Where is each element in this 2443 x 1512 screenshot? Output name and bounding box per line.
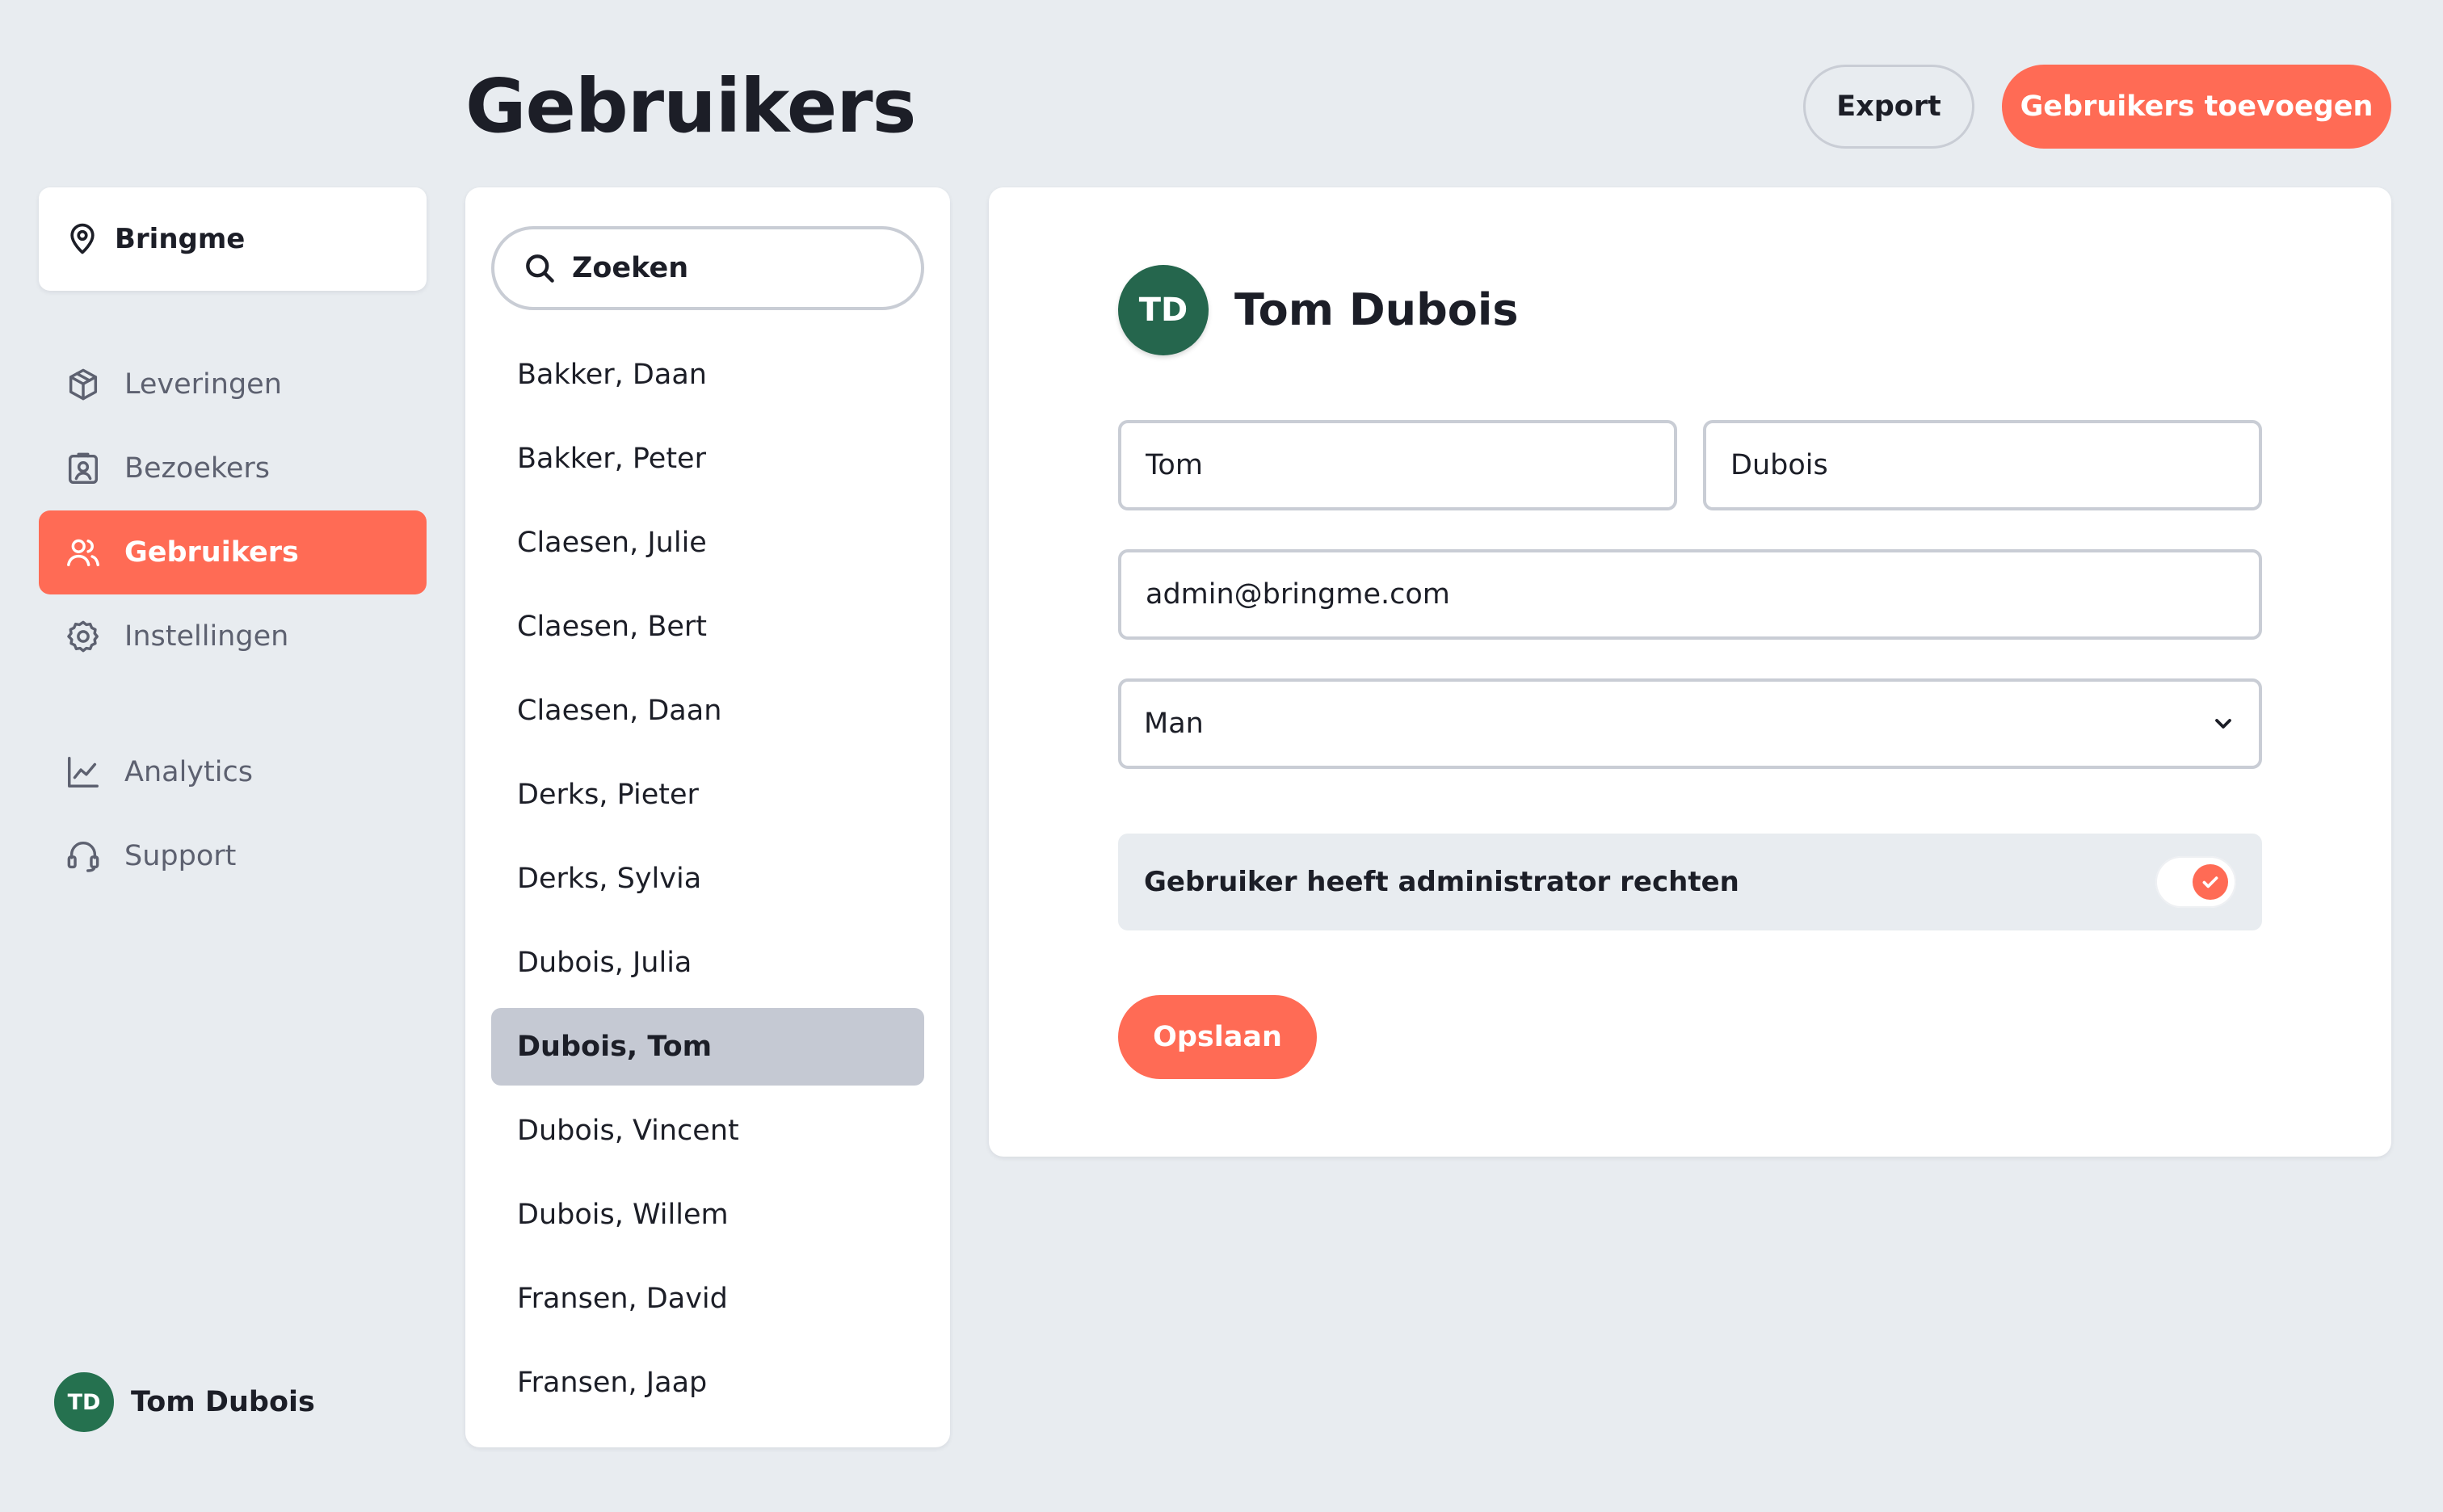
search-input[interactable] (570, 251, 913, 285)
user-list-item[interactable]: Derks, Pieter (491, 756, 924, 834)
sidebar-item-leveringen[interactable]: Leveringen (39, 342, 427, 426)
toggle-knob (2193, 864, 2228, 900)
email-input[interactable] (1144, 578, 2236, 611)
sidebar-item-label: Analytics (124, 756, 253, 788)
sidebar-item-label: Bezoekers (124, 452, 271, 485)
chart-icon (68, 757, 99, 788)
user-list-item[interactable]: Dubois, Vincent (491, 1092, 924, 1170)
avatar: TD (1118, 265, 1209, 355)
sidebar-item-bezoekers[interactable]: Bezoekers (39, 426, 427, 510)
last-name-field[interactable] (1703, 420, 2262, 510)
chevron-down-icon (2215, 719, 2231, 729)
user-list-item[interactable]: Dubois, Willem (491, 1176, 924, 1254)
save-button[interactable]: Opslaan (1118, 995, 1317, 1079)
user-detail-panel: TD Tom Dubois Man Gebruiker heeft admini… (989, 187, 2391, 1157)
user-list-item[interactable]: Claesen, Julie (491, 504, 924, 582)
user-list-item[interactable]: Claesen, Bert (491, 588, 924, 666)
page-title: Gebruikers (465, 63, 916, 149)
package-icon (69, 368, 98, 401)
search-box[interactable] (491, 226, 924, 310)
user-list-item[interactable]: Fransen, Jaap (491, 1344, 924, 1422)
gender-select[interactable]: Man (1118, 678, 2262, 769)
admin-rights-label: Gebruiker heeft administrator rechten (1144, 866, 1739, 898)
user-list-item[interactable]: Bakker, Daan (491, 336, 924, 414)
location-label: Bringme (115, 223, 246, 255)
first-name-field[interactable] (1118, 420, 1677, 510)
user-full-name: Tom Dubois (1234, 284, 1519, 335)
admin-rights-row: Gebruiker heeft administrator rechten (1118, 834, 2262, 930)
users-icon (67, 539, 99, 567)
user-list-item[interactable]: Claesen, Daan (491, 672, 924, 750)
admin-rights-toggle[interactable] (2155, 856, 2236, 908)
location-selector[interactable]: Bringme (39, 187, 427, 291)
last-name-input[interactable] (1729, 448, 2236, 482)
check-icon (2202, 876, 2218, 888)
user-list-item[interactable]: Dubois, Julia (491, 924, 924, 1002)
email-field[interactable] (1118, 549, 2262, 640)
sidebar-item-support[interactable]: Support (39, 814, 427, 898)
user-list-item[interactable]: Derks, Sylvia (491, 840, 924, 918)
sidebar-item-gebruikers[interactable]: Gebruikers (39, 510, 427, 594)
sidebar-item-analytics[interactable]: Analytics (39, 730, 427, 814)
sidebar-item-label: Instellingen (124, 620, 289, 653)
export-button[interactable]: Export (1803, 65, 1974, 149)
avatar: TD (52, 1370, 116, 1434)
headset-icon (67, 842, 99, 872)
sidebar-item-instellingen[interactable]: Instellingen (39, 594, 427, 678)
user-profile[interactable]: TD Tom Dubois (52, 1370, 315, 1434)
sidebar-item-label: Leveringen (124, 368, 282, 401)
map-pin-icon (70, 223, 95, 254)
visitor-badge-icon (68, 452, 99, 484)
gender-select-value: Man (1144, 708, 1204, 740)
sidebar-item-label: Support (124, 840, 237, 872)
gear-icon (67, 620, 99, 653)
user-list-item[interactable]: Fransen, David (491, 1260, 924, 1338)
profile-name: Tom Dubois (131, 1386, 315, 1418)
first-name-input[interactable] (1144, 448, 1651, 482)
sidebar-item-label: Gebruikers (124, 536, 299, 569)
add-users-button[interactable]: Gebruikers toevoegen (2002, 65, 2391, 149)
user-list-panel: Bakker, Daan Bakker, Peter Claesen, Juli… (465, 187, 950, 1447)
user-list-item[interactable]: Dubois, Tom (491, 1008, 924, 1086)
search-icon (526, 254, 554, 283)
user-list-item[interactable]: Bakker, Peter (491, 420, 924, 498)
